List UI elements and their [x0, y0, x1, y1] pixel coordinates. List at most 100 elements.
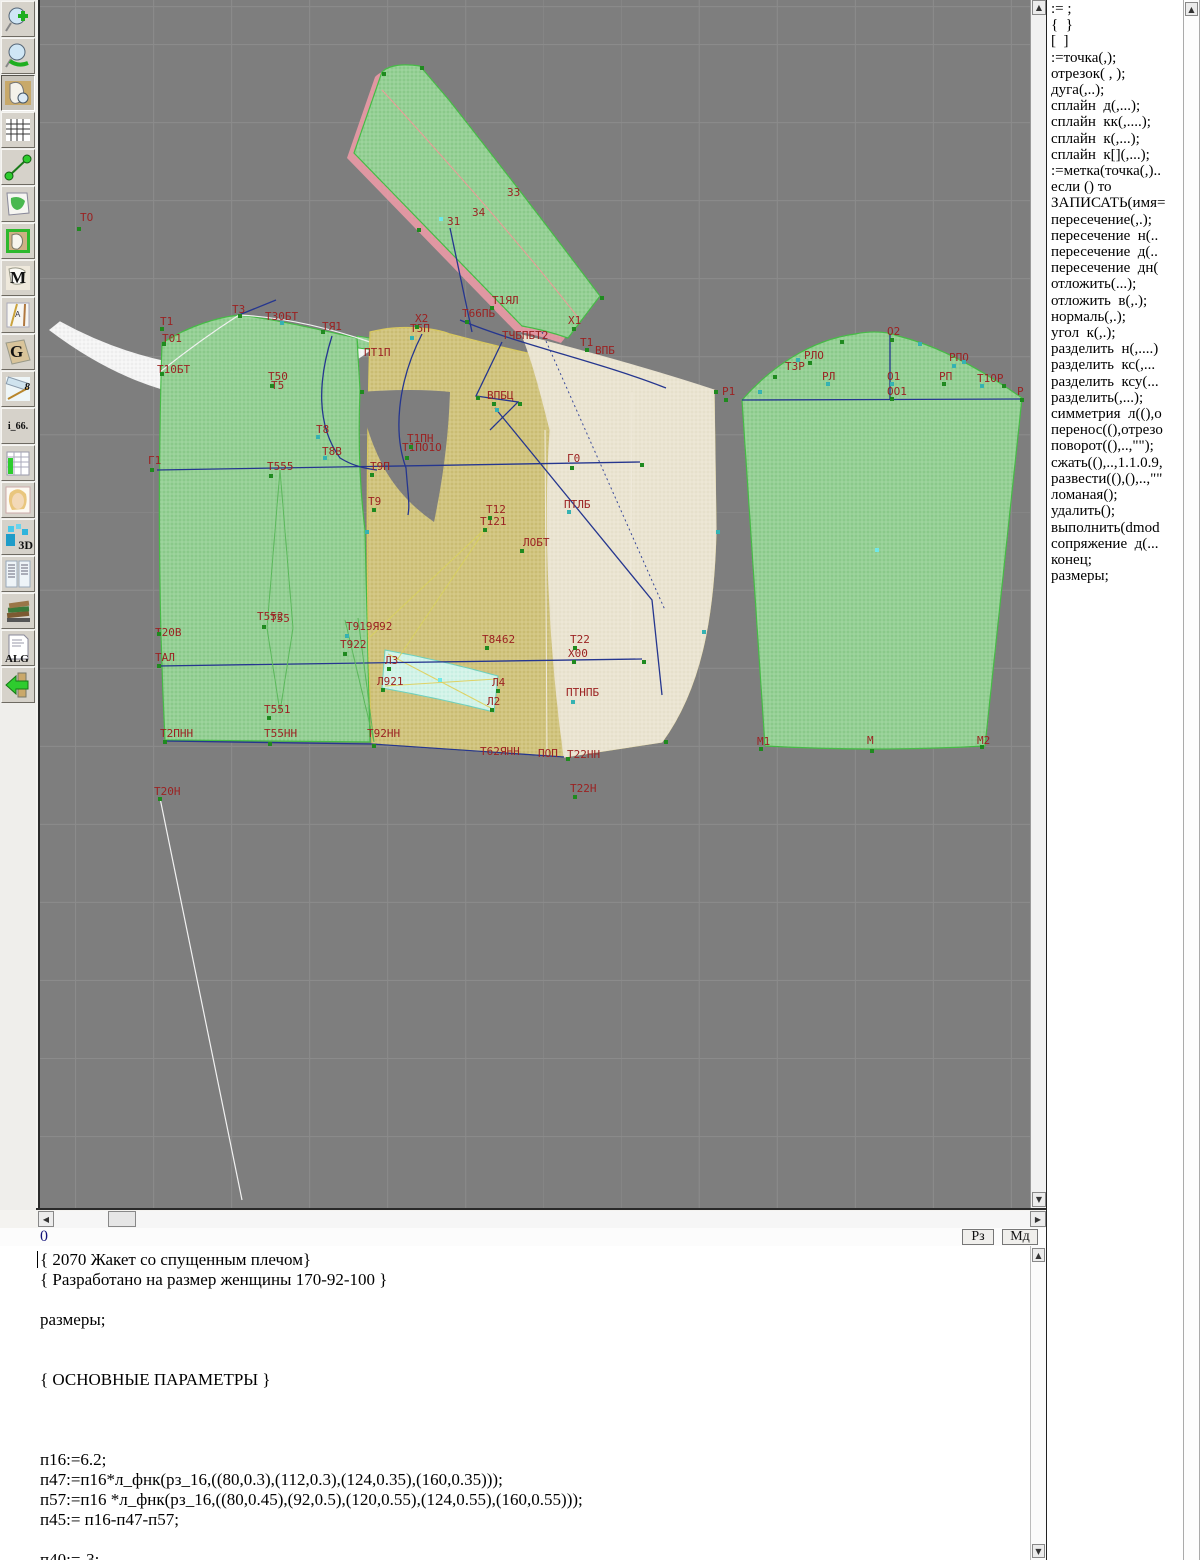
cad-point[interactable]: [573, 795, 577, 799]
i66-icon[interactable]: i_66.: [1, 408, 35, 444]
point-label[interactable]: Т22НН: [567, 749, 600, 760]
command-item[interactable]: :=метка(точка(,)..: [1051, 163, 1183, 179]
point-label[interactable]: ТЧБПБТ2: [502, 330, 548, 341]
point-label[interactable]: Т919Я92: [346, 621, 392, 632]
cad-point[interactable]: [415, 325, 419, 329]
m-letter-icon[interactable]: M: [1, 260, 35, 296]
cad-point[interactable]: [150, 468, 154, 472]
point-label[interactable]: 34: [472, 207, 485, 218]
preview-pattern-icon[interactable]: [1, 75, 35, 111]
code-line[interactable]: [40, 1530, 583, 1550]
point-label[interactable]: 33: [507, 187, 520, 198]
command-item[interactable]: сплайн кк(,....);: [1051, 114, 1183, 130]
cad-point[interactable]: [488, 516, 492, 520]
point-label[interactable]: Х00: [568, 648, 588, 659]
scroll-right-arrow-icon[interactable]: ▶: [1030, 1211, 1046, 1227]
cad-point[interactable]: [980, 745, 984, 749]
point-label[interactable]: Т922: [340, 639, 367, 650]
cad-point[interactable]: [870, 749, 874, 753]
cad-point[interactable]: [160, 372, 164, 376]
cad-point[interactable]: [316, 435, 320, 439]
cad-point[interactable]: [492, 402, 496, 406]
cad-point[interactable]: [773, 375, 777, 379]
point-label[interactable]: ВПБЦ: [487, 390, 514, 401]
point-label[interactable]: ПОП: [538, 748, 558, 759]
cad-point[interactable]: [476, 396, 480, 400]
cad-point[interactable]: [495, 408, 499, 412]
cad-point[interactable]: [664, 740, 668, 744]
cad-point[interactable]: [420, 66, 424, 70]
zoom-out-icon[interactable]: [1, 38, 35, 74]
drafting-tools-icon[interactable]: A: [1, 297, 35, 333]
command-item[interactable]: сплайн к(,...);: [1051, 131, 1183, 147]
pattern-canvas[interactable]: ТОТ1Т01Т10БТТ3Т30БТТЯ1Т50Т5Т8Т8ВГ1Т555Т9…: [38, 0, 1032, 1208]
cad-point[interactable]: [158, 797, 162, 801]
editor-scroll-down-icon[interactable]: ▼: [1032, 1544, 1045, 1558]
point-label[interactable]: ОО1: [887, 386, 907, 397]
cad-point[interactable]: [572, 327, 576, 331]
cad-point[interactable]: [267, 716, 271, 720]
horizontal-scroll-thumb[interactable]: [108, 1211, 136, 1227]
panel-scroll-up-icon[interactable]: ▲: [1185, 2, 1198, 16]
command-item[interactable]: перенос((),отрезо: [1051, 422, 1183, 438]
cad-point[interactable]: [238, 314, 242, 318]
cad-point[interactable]: [269, 474, 273, 478]
measure-line-icon[interactable]: [1, 149, 35, 185]
cad-point[interactable]: [163, 740, 167, 744]
scroll-left-arrow-icon[interactable]: ◀: [38, 1211, 54, 1227]
cad-point[interactable]: [571, 700, 575, 704]
point-label[interactable]: Л4: [492, 677, 505, 688]
cad-point[interactable]: [567, 510, 571, 514]
canvas-horizontal-scrollbar[interactable]: ◀ ▶: [38, 1211, 1046, 1228]
cad-point[interactable]: [382, 72, 386, 76]
point-label[interactable]: Х1: [568, 315, 581, 326]
code-line[interactable]: п47:=п16*л_фнк(рз_16,((80,0.3),(112,0.3)…: [40, 1470, 583, 1490]
command-item[interactable]: пересечение д(..: [1051, 244, 1183, 260]
cad-point[interactable]: [875, 548, 879, 552]
cad-point[interactable]: [724, 398, 728, 402]
scroll-down-arrow-icon[interactable]: ▼: [1032, 1192, 1046, 1207]
point-label[interactable]: ТАЛ: [155, 652, 175, 663]
sleeve-piece[interactable]: [742, 332, 1022, 749]
portrait-icon[interactable]: [1, 482, 35, 518]
command-item[interactable]: пересечение(,.);: [1051, 212, 1183, 228]
point-label[interactable]: Т12: [486, 504, 506, 515]
cad-point[interactable]: [465, 320, 469, 324]
point-label[interactable]: ТО: [80, 212, 93, 223]
point-label[interactable]: РЛ: [822, 371, 835, 382]
point-label[interactable]: РЛО: [804, 350, 824, 361]
back-piece[interactable]: [159, 315, 370, 742]
code-line[interactable]: п40:=-3;: [40, 1550, 583, 1560]
grid-icon[interactable]: [1, 112, 35, 148]
cad-point[interactable]: [642, 660, 646, 664]
md-button[interactable]: Мд: [1002, 1229, 1038, 1245]
point-label[interactable]: Т9П: [370, 461, 390, 472]
point-label[interactable]: Т8462: [482, 634, 515, 645]
text-lists-icon[interactable]: [1, 556, 35, 592]
cad-point[interactable]: [323, 456, 327, 460]
cad-point[interactable]: [490, 708, 494, 712]
point-label[interactable]: Т9: [368, 496, 381, 507]
command-item[interactable]: ломаная();: [1051, 487, 1183, 503]
point-label[interactable]: Г0: [567, 453, 580, 464]
cad-point[interactable]: [438, 678, 442, 682]
point-label[interactable]: Т55НН: [264, 728, 297, 739]
code-line[interactable]: { 2070 Жакет со спущенным плечом}: [40, 1250, 583, 1270]
cad-point[interactable]: [268, 742, 272, 746]
cad-point[interactable]: [796, 358, 800, 362]
command-item[interactable]: разделить кс(,...: [1051, 357, 1183, 373]
cad-point[interactable]: [952, 364, 956, 368]
cad-point[interactable]: [405, 456, 409, 460]
map-page-icon[interactable]: [1, 186, 35, 222]
command-item[interactable]: конец;: [1051, 552, 1183, 568]
cad-point[interactable]: [890, 338, 894, 342]
point-label[interactable]: Т22: [570, 634, 590, 645]
cad-point[interactable]: [409, 445, 413, 449]
code-line[interactable]: { Разработано на размер женщины 170-92-1…: [40, 1270, 583, 1290]
cad-point[interactable]: [77, 227, 81, 231]
command-item[interactable]: := ;: [1051, 1, 1183, 17]
cad-point[interactable]: [262, 625, 266, 629]
cad-point[interactable]: [585, 348, 589, 352]
cad-point[interactable]: [942, 382, 946, 386]
cad-point[interactable]: [321, 330, 325, 334]
